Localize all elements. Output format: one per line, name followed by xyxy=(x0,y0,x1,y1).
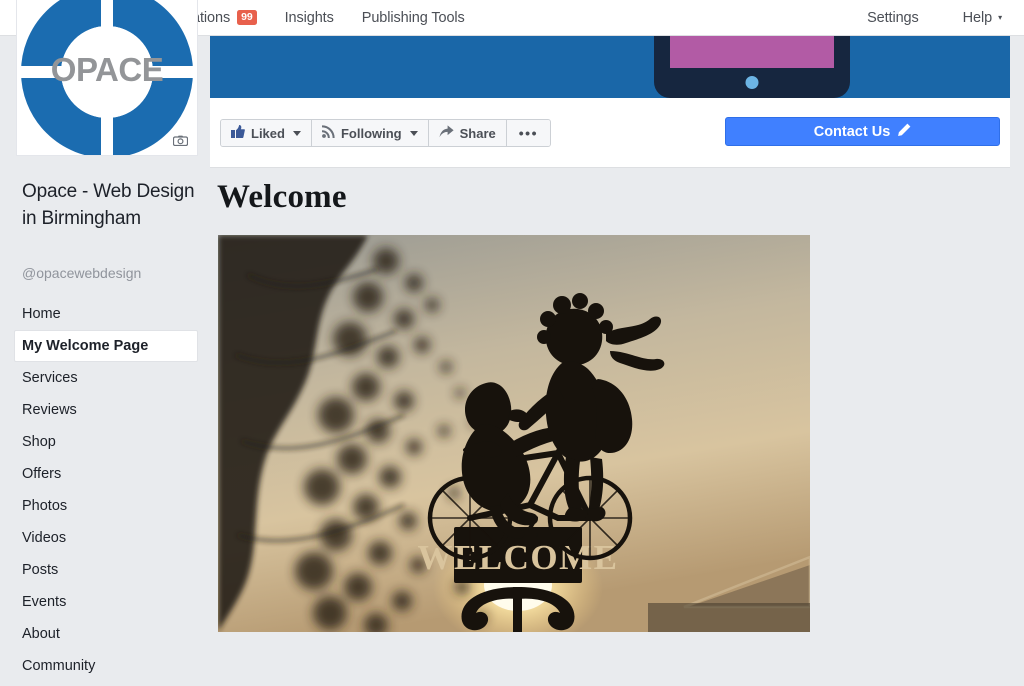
sidebar-item-photos[interactable]: Photos xyxy=(14,490,198,522)
chevron-down-icon: ▾ xyxy=(998,12,1002,22)
sidebar-item-label: Videos xyxy=(22,530,67,546)
sidebar-item-label: Photos xyxy=(22,498,68,514)
sidebar-item-videos[interactable]: Videos xyxy=(14,522,198,554)
page-title: Opace - Web Design in Birmingham xyxy=(22,181,195,229)
sidebar-item-shop[interactable]: Shop xyxy=(14,426,198,458)
sidebar-item-about[interactable]: About xyxy=(14,618,198,650)
sidebar-item-label: Posts xyxy=(22,562,59,578)
profile-photo[interactable]: OPACE xyxy=(16,0,198,156)
nav-item-publishing-tools-label: Publishing Tools xyxy=(361,9,465,26)
page-action-bar: Liked Following Share ••• Contact Us xyxy=(210,98,1010,168)
chevron-down-icon xyxy=(409,130,418,136)
nav-item-settings[interactable]: Settings xyxy=(845,0,941,35)
ellipsis-icon: ••• xyxy=(518,125,538,141)
svg-text:OPACE: OPACE xyxy=(51,51,163,88)
pencil-edit-icon xyxy=(897,123,911,141)
sidebar-item-label: Shop xyxy=(22,434,56,450)
contact-us-button[interactable]: Contact Us xyxy=(725,117,1000,146)
notifications-badge: 99 xyxy=(237,10,257,25)
nav-item-insights-label: Insights xyxy=(284,9,334,26)
sidebar-item-offers[interactable]: Offers xyxy=(14,458,198,490)
nav-item-notifications[interactable]: ations 99 xyxy=(192,0,271,35)
sidebar-item-my-welcome-page[interactable]: My Welcome Page xyxy=(14,330,198,362)
tablet-screen-graphic xyxy=(670,36,834,68)
welcome-image[interactable]: WELCOME xyxy=(218,235,810,632)
page-action-button-group: Liked Following Share ••• xyxy=(220,119,551,147)
sidebar-item-label: Reviews xyxy=(22,402,77,418)
more-options-button[interactable]: ••• xyxy=(506,120,550,146)
liked-button-label: Liked xyxy=(251,125,285,141)
sidebar-item-label: Events xyxy=(22,594,67,610)
top-nav-right-group: Settings Help ▾ xyxy=(845,0,1024,35)
sidebar-item-services[interactable]: Services xyxy=(14,362,198,394)
nav-item-help-label: Help xyxy=(962,9,993,26)
tablet-home-button-graphic xyxy=(745,76,759,89)
sidebar-item-events[interactable]: Events xyxy=(14,586,198,618)
cover-photo[interactable] xyxy=(210,36,1010,98)
sidebar-item-label: Home xyxy=(22,306,61,322)
following-button[interactable]: Following xyxy=(311,120,429,146)
share-button-label: Share xyxy=(459,125,496,141)
sidebar-item-label: About xyxy=(22,626,60,642)
nav-item-settings-label: Settings xyxy=(867,9,919,26)
sidebar-item-label: Community xyxy=(22,658,96,674)
nav-item-help[interactable]: Help ▾ xyxy=(941,0,1024,35)
share-arrow-icon xyxy=(439,125,454,141)
sidebar-item-label: My Welcome Page xyxy=(22,338,149,354)
sidebar-item-label: Services xyxy=(22,370,78,386)
welcome-heading: Welcome xyxy=(217,179,347,215)
tablet-graphic xyxy=(654,36,850,98)
top-nav-left-group: ations 99 Insights Publishing Tools xyxy=(192,0,479,35)
camera-icon[interactable] xyxy=(169,132,191,149)
sidebar-item-posts[interactable]: Posts xyxy=(14,554,198,586)
page-handle: @opacewebdesign xyxy=(22,265,142,281)
following-button-label: Following xyxy=(340,125,402,141)
thumbs-up-icon xyxy=(231,125,245,141)
contact-us-button-label: Contact Us xyxy=(813,123,891,140)
sidebar-item-community[interactable]: Community xyxy=(14,650,198,682)
sidebar-item-label: Offers xyxy=(22,466,62,482)
sidebar-item-home[interactable]: Home xyxy=(14,298,198,330)
liked-button[interactable]: Liked xyxy=(221,120,312,146)
nav-item-insights[interactable]: Insights xyxy=(271,0,348,35)
share-button[interactable]: Share xyxy=(428,120,507,146)
nav-item-publishing-tools[interactable]: Publishing Tools xyxy=(348,0,479,35)
chevron-down-icon xyxy=(292,130,301,136)
page-sidebar-nav: Home My Welcome Page Services Reviews Sh… xyxy=(14,298,198,682)
sidebar-item-reviews[interactable]: Reviews xyxy=(14,394,198,426)
rss-feed-icon xyxy=(321,125,335,141)
page-root: ations 99 Insights Publishing Tools Sett… xyxy=(0,0,1024,686)
